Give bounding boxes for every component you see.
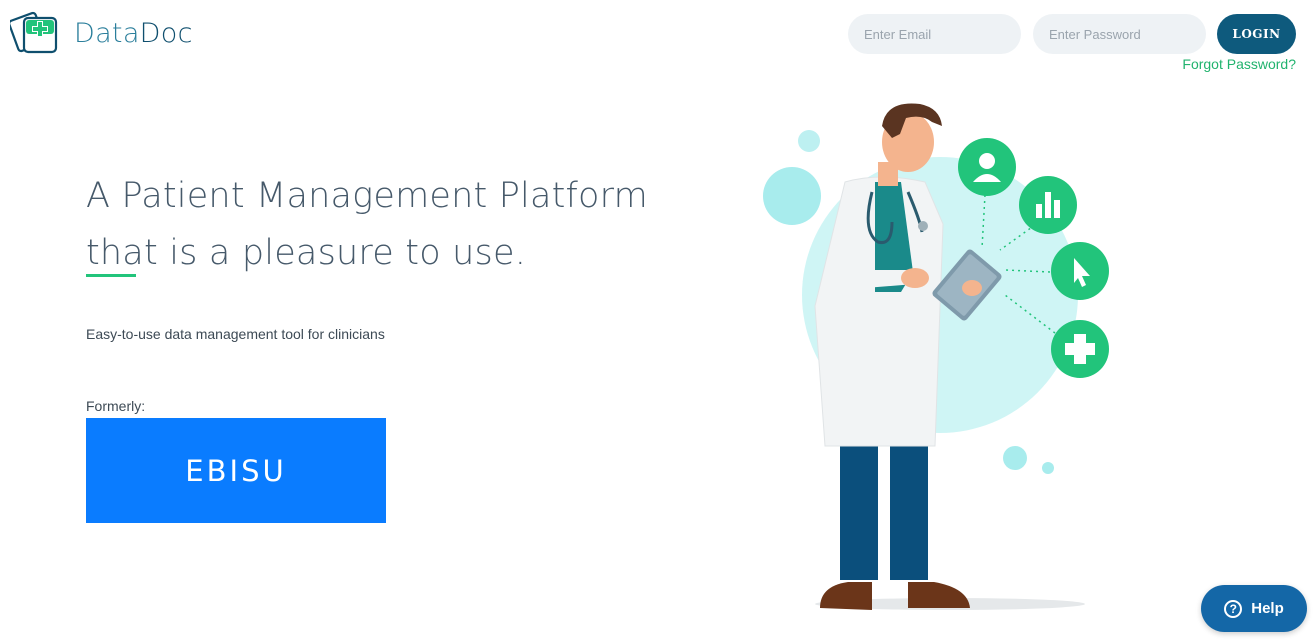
forgot-password-link[interactable]: Forgot Password?	[1182, 56, 1296, 72]
headline-line-2: that is a pleasure to use.	[86, 233, 527, 273]
bg-circle-small-2	[798, 130, 820, 152]
user-icon	[958, 138, 1016, 196]
headline-underline	[86, 274, 136, 277]
hero-headline: A Patient Management Platform that is a …	[86, 168, 648, 282]
bg-circle-small-1	[763, 167, 821, 225]
brand-name-part2: Doc	[139, 17, 193, 49]
help-label: Help	[1251, 600, 1284, 617]
doctor-illustration	[763, 103, 1109, 610]
bar-chart-icon	[1019, 176, 1077, 234]
former-brand-banner: EBISU	[86, 418, 386, 523]
headline-line-1: A Patient Management Platform	[86, 176, 648, 216]
email-input[interactable]	[848, 14, 1021, 54]
datadoc-logo-icon	[10, 11, 58, 54]
former-brand-name: EBISU	[185, 453, 287, 488]
hero-subtitle: Easy-to-use data management tool for cli…	[86, 326, 385, 342]
question-icon: ?	[1224, 599, 1243, 618]
bg-circle-small-4	[1042, 462, 1054, 474]
brand-name-part1: Data	[74, 17, 140, 49]
formerly-label: Formerly:	[86, 398, 146, 414]
password-input[interactable]	[1033, 14, 1206, 54]
help-button[interactable]: ? Help	[1201, 585, 1307, 632]
brand-name: DataDoc	[74, 18, 193, 49]
brand-logo[interactable]: DataDoc	[10, 10, 193, 56]
cursor-icon	[1051, 242, 1109, 300]
bg-circle-small-3	[1003, 446, 1027, 470]
medical-cross-icon	[1051, 320, 1109, 378]
login-button[interactable]: LOGIN	[1217, 14, 1296, 54]
